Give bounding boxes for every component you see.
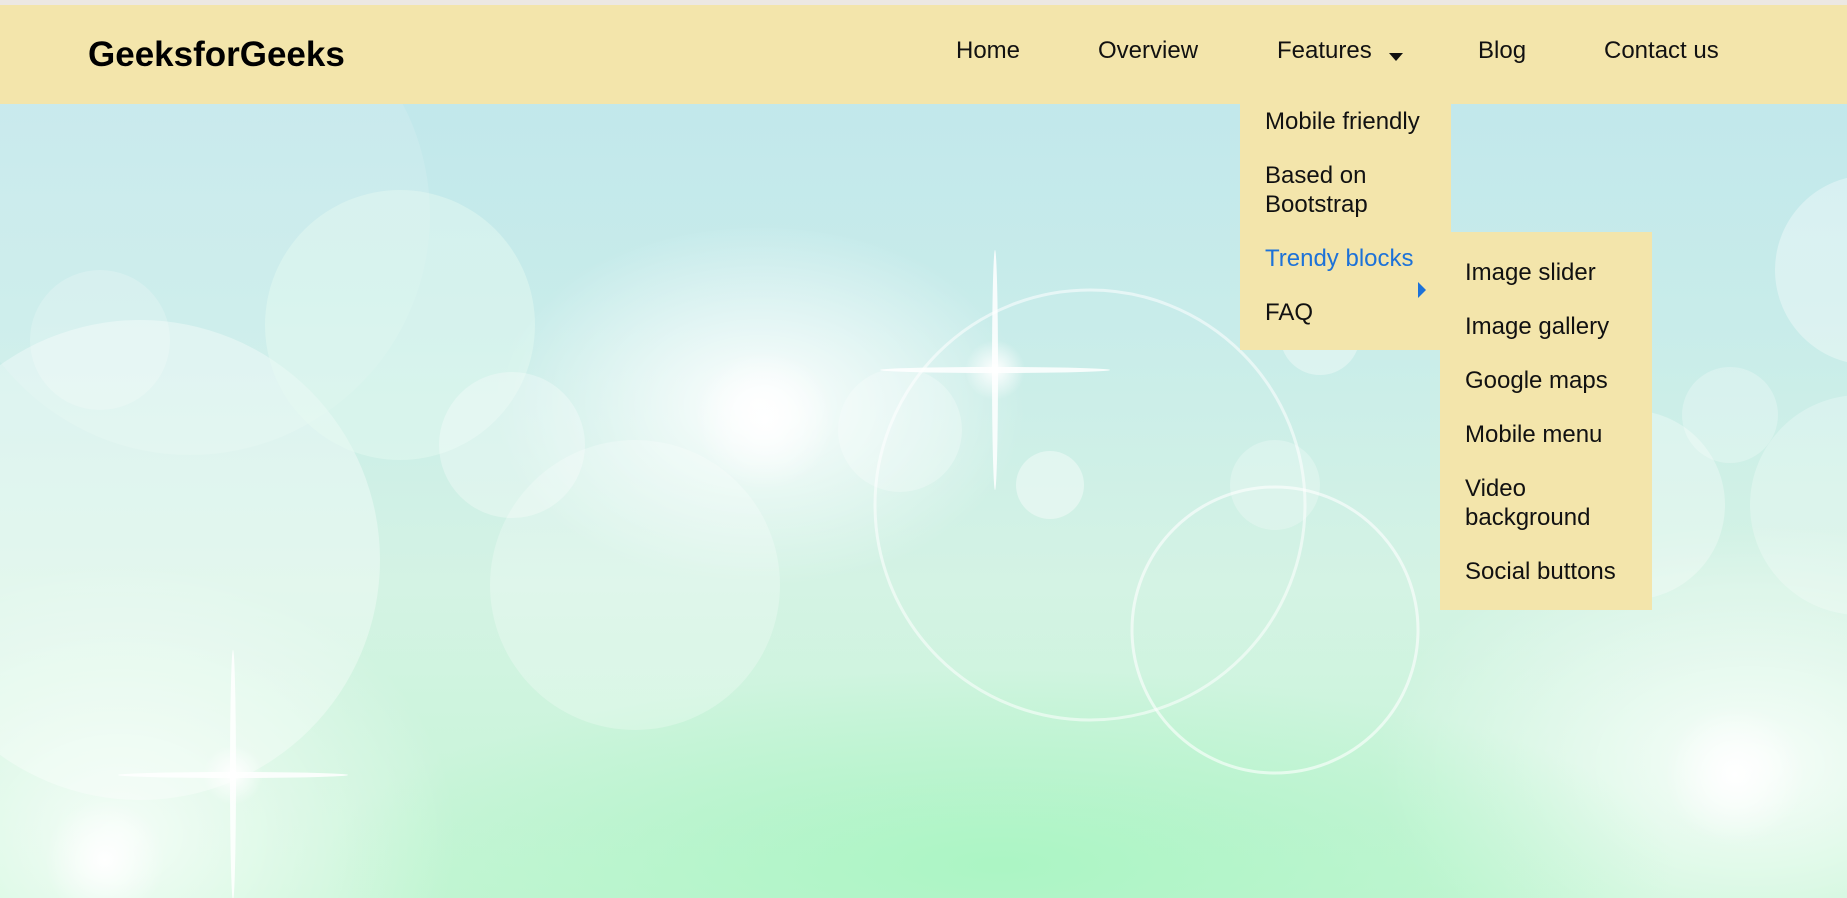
caret-down-icon — [1389, 53, 1403, 61]
submenu-item-video-background[interactable]: Video background — [1465, 474, 1645, 532]
nav-link-contact[interactable]: Contact us — [1604, 37, 1719, 65]
navbar: GeeksforGeeks — [0, 5, 1847, 104]
features-dropdown-menu: Mobile friendly Based on Bootstrap Trend… — [1240, 104, 1451, 350]
nav-link-features[interactable]: Features — [1277, 37, 1372, 65]
dropdown-item-trendy-blocks[interactable]: Trendy blocks — [1265, 244, 1445, 273]
submenu-item-social-buttons[interactable]: Social buttons — [1465, 557, 1645, 586]
caret-right-icon — [1418, 282, 1426, 298]
trendy-blocks-submenu: Image slider Image gallery Google maps M… — [1440, 232, 1652, 610]
submenu-item-google-maps[interactable]: Google maps — [1465, 366, 1645, 395]
dropdown-item-faq[interactable]: FAQ — [1265, 298, 1445, 327]
nav-link-blog[interactable]: Blog — [1478, 37, 1526, 65]
nav-link-home[interactable]: Home — [956, 37, 1020, 65]
nav-link-overview[interactable]: Overview — [1098, 37, 1198, 65]
submenu-item-mobile-menu[interactable]: Mobile menu — [1465, 420, 1645, 449]
submenu-item-image-gallery[interactable]: Image gallery — [1465, 312, 1645, 341]
page: GeeksforGeeks Home Overview Features Blo… — [0, 0, 1847, 898]
dropdown-item-mobile-friendly[interactable]: Mobile friendly — [1265, 107, 1445, 136]
submenu-item-image-slider[interactable]: Image slider — [1465, 258, 1645, 287]
dropdown-item-based-on-bootstrap[interactable]: Based on Bootstrap — [1265, 161, 1445, 219]
brand-logo[interactable]: GeeksforGeeks — [88, 35, 345, 75]
